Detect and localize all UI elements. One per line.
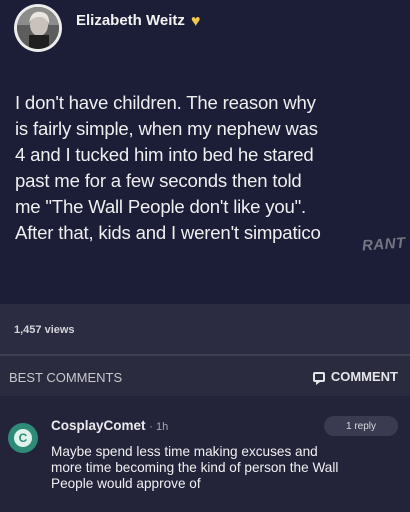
views-bar: 1,457 views [0,304,410,354]
comment-icon [312,371,325,385]
commenter-avatar[interactable]: C [8,423,38,453]
view-count: 1,457 views [14,324,75,336]
author-name[interactable]: Elizabeth Weitz ♥ [76,12,200,31]
comment-button-label[interactable]: COMMENT [331,369,398,384]
author-avatar-image [17,7,59,49]
post-card: Elizabeth Weitz ♥ I don't have children. … [0,0,410,304]
author-avatar[interactable] [14,4,62,52]
watermark: RANT [361,234,407,255]
comment-button[interactable]: COMMENT [312,369,398,385]
post-text: I don't have children. The reason why is… [15,92,321,243]
comments-sort-label[interactable]: BEST COMMENTS [9,370,122,385]
comments-header: BEST COMMENTS COMMENT [0,356,410,396]
commenter-name[interactable]: CosplayComet · 1h [51,418,168,433]
heart-icon: ♥ [190,12,201,30]
comment-time: · 1h [149,421,169,433]
author-name-text[interactable]: Elizabeth Weitz [76,12,185,29]
commenter-username[interactable]: CosplayComet [51,418,146,433]
commenter-avatar-letter: C [14,429,32,447]
reply-count-button[interactable]: 1 reply [324,416,398,436]
comment-item: C CosplayComet · 1h 1 reply Maybe spend … [0,396,410,512]
comment-text: Maybe spend less time making excuses and… [51,444,339,491]
post-author[interactable]: Elizabeth Weitz ♥ [14,4,200,52]
